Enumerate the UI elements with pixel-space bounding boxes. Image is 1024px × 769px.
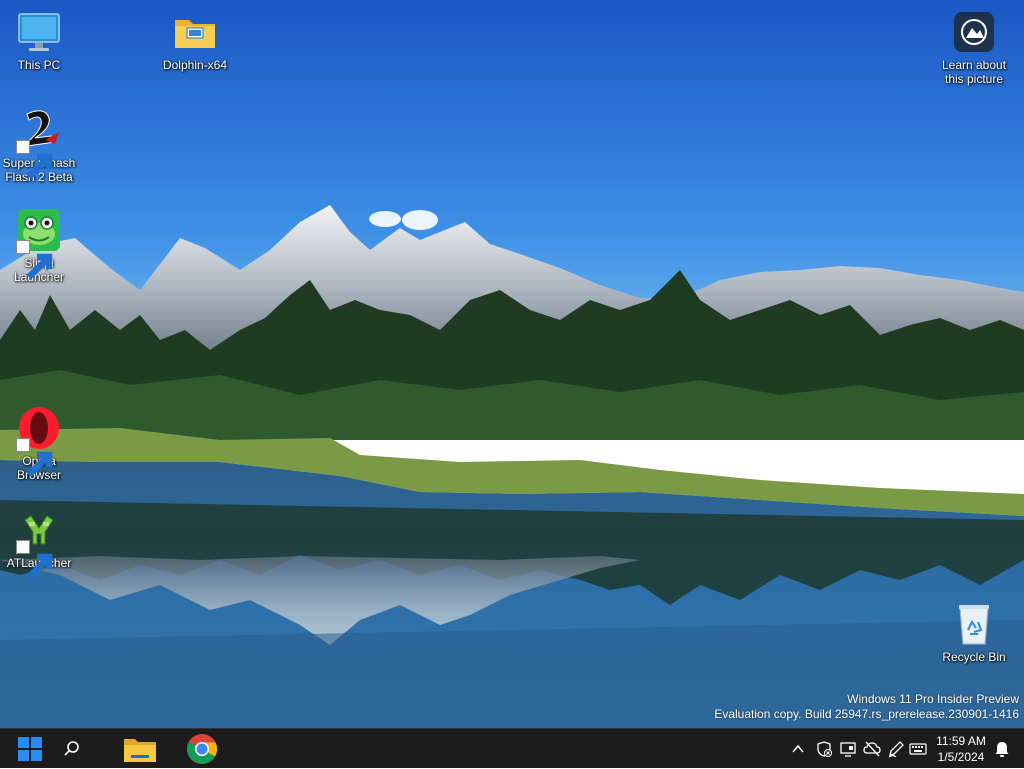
camera-info-icon: [950, 8, 998, 56]
watermark-line-build: Evaluation copy. Build 25947.rs_prerelea…: [714, 707, 1019, 721]
security-tray-button[interactable]: [814, 739, 834, 759]
desktop-icon-label: Learn about this picture: [941, 58, 1007, 86]
desktop-icon-slippi-launcher[interactable]: Slippi Launcher: [0, 206, 78, 284]
opera-icon: [15, 404, 63, 478]
desktop[interactable]: This PC Dolphin-x64 Learn about this pic…: [0, 0, 1024, 728]
keyboard-icon: [909, 743, 927, 755]
recycle-bin-icon: [950, 600, 998, 648]
chrome-icon: [187, 734, 217, 764]
desktop-icon-label: This PC: [17, 58, 61, 72]
desktop-icon-opera-browser[interactable]: Opera Browser: [0, 404, 78, 482]
clock-date: 1/5/2024: [937, 750, 985, 764]
frog-icon: [15, 206, 63, 280]
desktop-icon-label: Recycle Bin: [942, 650, 1006, 664]
shortcut-arrow-icon: [16, 540, 53, 580]
display-icon: [840, 742, 856, 757]
desktop-icon-dolphin-x64[interactable]: Dolphin-x64: [156, 8, 234, 72]
desktop-icon-atlauncher[interactable]: ATLauncher: [0, 506, 78, 580]
desktop-icon-recycle-bin[interactable]: Recycle Bin: [935, 600, 1013, 664]
desktop-icon-learn-about-picture[interactable]: Learn about this picture: [935, 8, 1013, 86]
cloud-tray-button[interactable]: [862, 739, 882, 759]
taskbar: 11:59 AM 1/5/2024: [0, 728, 1024, 768]
file-explorer-button[interactable]: [118, 729, 162, 769]
notifications-bell-icon: [995, 742, 1009, 757]
ssf2-icon: [15, 106, 63, 180]
cloud-icon: [863, 741, 881, 757]
show-hidden-icons-button[interactable]: [788, 739, 808, 759]
shortcut-arrow-icon: [16, 438, 53, 478]
clock-time: 11:59 AM: [936, 734, 986, 748]
touch-keyboard-button[interactable]: [908, 739, 928, 759]
shortcut-arrow-icon: [16, 140, 53, 180]
pen-tray-button[interactable]: [886, 739, 906, 759]
desktop-icon-label: Dolphin-x64: [162, 58, 228, 72]
shortcut-arrow-icon: [16, 240, 53, 280]
security-icon: [817, 741, 832, 757]
evaluation-watermark: Windows 11 Pro Insider Preview Evaluatio…: [714, 692, 1019, 722]
atlauncher-icon: [15, 506, 63, 580]
notifications-button[interactable]: [992, 739, 1012, 759]
desktop-icon-this-pc[interactable]: This PC: [0, 8, 78, 72]
monitor-icon: [15, 8, 63, 56]
pen-icon: [888, 741, 904, 758]
desktop-wallpaper: [0, 0, 1024, 728]
desktop-icon-super-smash-flash-2[interactable]: Super Smash Flash 2 Beta: [0, 106, 78, 184]
folder-icon: [171, 8, 219, 56]
file-explorer-icon: [124, 739, 156, 762]
display-tray-button[interactable]: [838, 739, 858, 759]
search-button[interactable]: [50, 729, 94, 769]
start-icon: [18, 737, 42, 761]
watermark-line-edition: Windows 11 Pro Insider Preview: [847, 692, 1019, 706]
taskbar-clock[interactable]: 11:59 AM 1/5/2024: [926, 733, 996, 765]
chevron-up-icon: [792, 744, 804, 753]
chrome-button[interactable]: [180, 729, 224, 769]
start-button[interactable]: [8, 729, 52, 769]
search-icon: [64, 741, 79, 756]
